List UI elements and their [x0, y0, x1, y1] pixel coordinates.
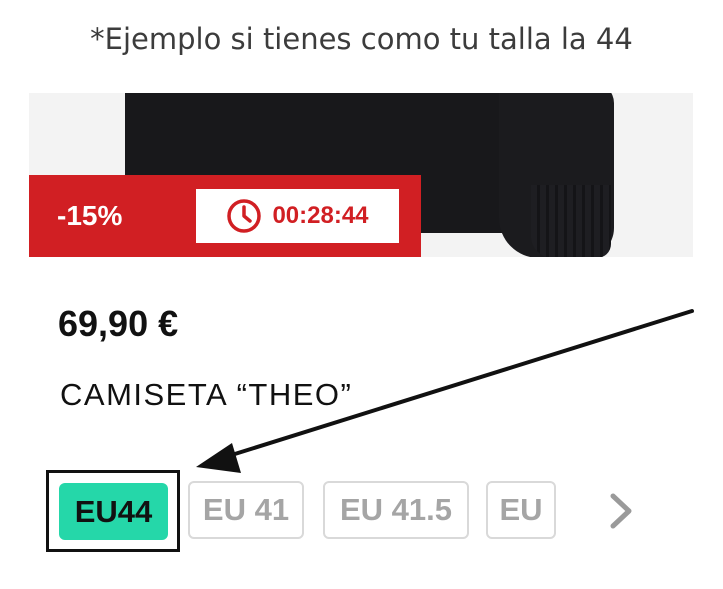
product-price: 69,90 € [58, 303, 179, 344]
countdown-timer: 00:28:44 [196, 189, 399, 243]
discount-label: -15% [57, 200, 123, 231]
sweater-cuff [531, 185, 611, 257]
clock-icon [226, 198, 262, 234]
selected-size-highlight: EU44 [46, 470, 180, 552]
size-option-eu44[interactable]: EU44 [59, 483, 168, 540]
size-option-eu41-5[interactable]: EU 41.5 [323, 481, 469, 539]
size-option-eu41[interactable]: EU 41 [188, 481, 304, 539]
chevron-right-icon[interactable] [604, 490, 638, 537]
size-option-eu-partial[interactable]: EU [486, 481, 556, 539]
product-title[interactable]: CAMISETA “THEO” [60, 377, 352, 413]
example-caption: *Ejemplo si tienes como tu talla la 44 [90, 22, 633, 56]
timer-text: 00:28:44 [272, 202, 369, 229]
promo-banner: -15% 00:28:44 [29, 175, 421, 257]
